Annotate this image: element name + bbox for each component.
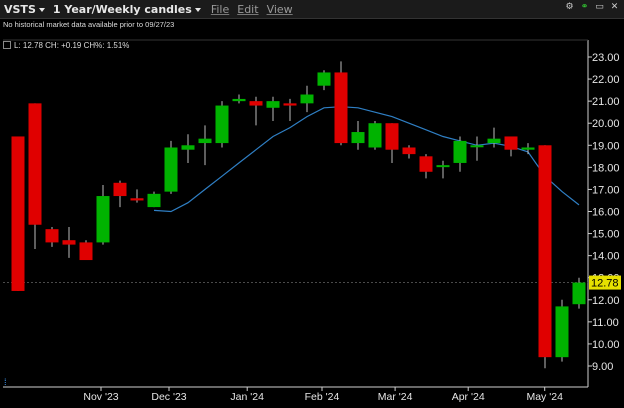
link-icon[interactable]: ⚭ bbox=[579, 2, 590, 13]
y-tick-label: 10.00 bbox=[592, 339, 620, 351]
candle-body bbox=[45, 229, 59, 243]
x-tick-label: Apr '24 bbox=[452, 391, 485, 403]
data-indicator-icon: ⁞ bbox=[4, 377, 7, 387]
y-tick-label: 16.00 bbox=[592, 207, 620, 219]
gear-icon[interactable]: ⚙ bbox=[564, 2, 575, 13]
candle-body bbox=[368, 123, 382, 148]
timeframe-selector[interactable]: 1 Year/Weekly candles bbox=[53, 3, 201, 16]
y-tick-label: 20.00 bbox=[592, 118, 620, 130]
candle-body bbox=[266, 101, 280, 108]
x-tick-label: Nov '23 bbox=[83, 391, 118, 403]
candle-body bbox=[164, 147, 178, 192]
candle-body bbox=[79, 242, 93, 261]
price-chart[interactable]: ⁞ 9.0010.0011.0012.0013.0014.0015.0016.0… bbox=[0, 0, 624, 408]
x-tick-label: Dec '23 bbox=[151, 391, 186, 403]
symbol-selector[interactable]: VSTS bbox=[4, 3, 45, 16]
candle-body bbox=[283, 103, 297, 106]
last-price-label: 12.78 bbox=[591, 278, 619, 290]
x-tick-label: Feb '24 bbox=[305, 391, 340, 403]
candle-body bbox=[198, 138, 212, 144]
x-tick-label: May '24 bbox=[526, 391, 563, 403]
candle-body bbox=[317, 72, 331, 86]
y-tick-label: 19.00 bbox=[592, 140, 620, 152]
candle-body bbox=[487, 138, 501, 144]
y-tick-label: 18.00 bbox=[592, 162, 620, 174]
ohlc-readout: L: 12.78 CH: +0.19 CH%: 1.51% bbox=[14, 41, 130, 50]
y-tick-label: 14.00 bbox=[592, 251, 620, 263]
candle-body bbox=[402, 147, 416, 155]
y-tick-label: 17.00 bbox=[592, 184, 620, 196]
candle-body bbox=[385, 123, 399, 150]
candle-body bbox=[62, 240, 76, 245]
expand-icon[interactable] bbox=[3, 41, 11, 49]
candle-body bbox=[215, 105, 229, 144]
candle-body bbox=[572, 282, 586, 305]
y-tick-label: 9.00 bbox=[592, 361, 613, 373]
candle-body bbox=[147, 193, 161, 208]
notice-text: No historical market data available prio… bbox=[3, 20, 175, 29]
y-tick-label: 11.00 bbox=[592, 317, 619, 329]
candle-body bbox=[351, 132, 365, 144]
candle-body bbox=[419, 156, 433, 172]
candle-body bbox=[28, 103, 42, 225]
candle-body bbox=[538, 145, 552, 358]
candle-body bbox=[113, 182, 127, 197]
candle-body bbox=[181, 145, 195, 150]
candle-body bbox=[470, 145, 484, 148]
y-tick-label: 15.00 bbox=[592, 229, 620, 241]
candle-body bbox=[504, 136, 518, 150]
x-tick-label: Jan '24 bbox=[230, 391, 264, 403]
menu-view[interactable]: View bbox=[267, 3, 293, 16]
y-tick-label: 23.00 bbox=[592, 52, 620, 64]
candle-body bbox=[96, 196, 110, 243]
y-tick-label: 22.00 bbox=[592, 74, 620, 86]
y-tick-label: 12.00 bbox=[592, 295, 620, 307]
candle-body bbox=[334, 72, 348, 144]
timeframe-label: 1 Year/Weekly candles bbox=[52, 2, 192, 16]
candle-body bbox=[249, 101, 263, 106]
candle-body bbox=[453, 140, 467, 163]
menu-file[interactable]: File bbox=[211, 3, 229, 16]
maximize-icon[interactable]: ▭ bbox=[594, 2, 605, 13]
x-tick-label: Mar '24 bbox=[378, 391, 413, 403]
close-icon[interactable]: ✕ bbox=[609, 2, 620, 13]
candle-body bbox=[11, 136, 25, 291]
candle-body bbox=[521, 147, 535, 150]
candle-body bbox=[300, 94, 314, 104]
candle-body bbox=[130, 198, 144, 201]
candle-body bbox=[232, 98, 246, 102]
y-tick-label: 21.00 bbox=[592, 96, 620, 108]
window-titlebar: VSTS 1 Year/Weekly candles File Edit Vie… bbox=[0, 0, 624, 19]
candle-body bbox=[555, 306, 569, 358]
chevron-down-icon bbox=[38, 7, 45, 12]
candle-body bbox=[436, 165, 450, 168]
symbol-label: VSTS bbox=[4, 2, 36, 16]
menu-edit[interactable]: Edit bbox=[237, 3, 258, 16]
chevron-down-icon bbox=[194, 7, 201, 12]
